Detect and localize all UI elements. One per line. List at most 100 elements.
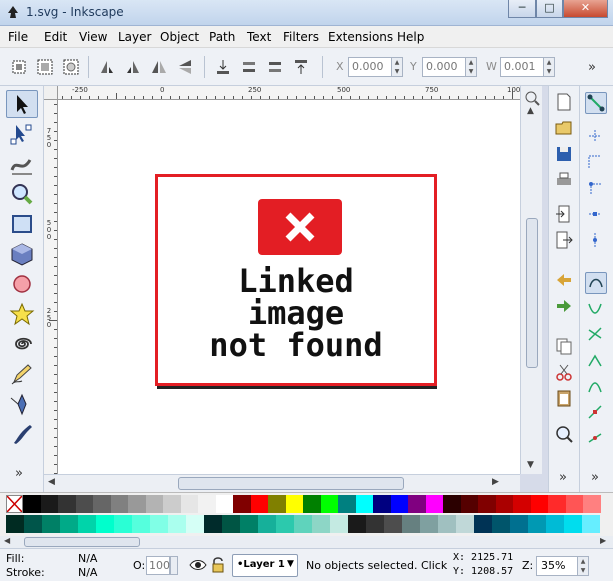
stroke-value[interactable]: N/A: [78, 566, 97, 579]
missing-image-frame[interactable]: Linked image not found: [155, 174, 437, 386]
color-swatch[interactable]: [240, 515, 258, 533]
scroll-left-arrow[interactable]: ◀: [48, 477, 55, 487]
ellipse-tool[interactable]: [6, 270, 38, 298]
color-swatch[interactable]: [24, 515, 42, 533]
x-input[interactable]: 0.000: [348, 57, 392, 77]
color-swatch[interactable]: [168, 515, 186, 533]
toolbox-more-button[interactable]: »: [15, 466, 23, 481]
color-swatch[interactable]: [6, 515, 24, 533]
color-swatch[interactable]: [420, 515, 438, 533]
scroll-down-arrow[interactable]: ▼: [527, 460, 534, 470]
color-swatch[interactable]: [75, 495, 93, 513]
rotate-cw-button[interactable]: [122, 56, 144, 78]
color-swatch[interactable]: [128, 495, 146, 513]
snap-intersections-toggle[interactable]: [585, 324, 607, 346]
color-swatch[interactable]: [348, 515, 366, 533]
lower-button[interactable]: [238, 56, 260, 78]
color-swatch[interactable]: [285, 495, 303, 513]
palette-scroll-right[interactable]: ▶: [600, 536, 606, 545]
fill-value[interactable]: N/A: [78, 552, 97, 565]
close-button[interactable]: ✕: [563, 0, 608, 18]
menu-help[interactable]: Help: [397, 30, 424, 44]
color-swatch[interactable]: [150, 515, 168, 533]
open-button[interactable]: [554, 118, 576, 140]
snap-bbox-corners-toggle[interactable]: [585, 178, 607, 200]
zoom-tool[interactable]: [6, 180, 38, 208]
w-spin-arrows[interactable]: ▲ ▼: [543, 57, 555, 77]
color-swatch[interactable]: [355, 495, 373, 513]
export-button[interactable]: [554, 230, 576, 252]
color-swatch[interactable]: [233, 495, 251, 513]
scroll-right-arrow[interactable]: ▶: [492, 477, 499, 487]
deselect-button[interactable]: [60, 56, 82, 78]
color-swatch[interactable]: [58, 495, 76, 513]
new-document-button[interactable]: [554, 92, 576, 114]
flip-vertical-button[interactable]: [174, 56, 196, 78]
color-swatch[interactable]: [23, 495, 41, 513]
snap-cusp-nodes-toggle[interactable]: [585, 350, 607, 372]
palette-scroll-thumb[interactable]: [24, 537, 140, 547]
calligraphy-tool[interactable]: [6, 420, 38, 448]
color-swatch[interactable]: [222, 515, 240, 533]
opacity-spin[interactable]: [170, 556, 178, 575]
horizontal-scroll-thumb[interactable]: [178, 477, 404, 490]
color-swatch[interactable]: [60, 515, 78, 533]
rotate-ccw-button[interactable]: [96, 56, 118, 78]
x-spin-arrows[interactable]: ▲ ▼: [391, 57, 403, 77]
color-swatch[interactable]: [474, 515, 492, 533]
color-swatch[interactable]: [40, 495, 58, 513]
menu-filters[interactable]: Filters: [283, 30, 319, 44]
color-swatch[interactable]: [548, 495, 566, 513]
color-swatch[interactable]: [258, 515, 276, 533]
import-button[interactable]: [554, 204, 576, 226]
menu-path[interactable]: Path: [209, 30, 235, 44]
node-tool[interactable]: [6, 120, 38, 148]
snap-more-button[interactable]: »: [591, 470, 599, 485]
color-swatch[interactable]: [294, 515, 312, 533]
color-swatch[interactable]: [186, 515, 204, 533]
color-swatch[interactable]: [114, 515, 132, 533]
color-swatch[interactable]: [96, 515, 114, 533]
snap-nodes-toggle[interactable]: [585, 272, 607, 294]
snap-midpoints-toggle[interactable]: [585, 204, 607, 226]
color-swatch[interactable]: [456, 515, 474, 533]
color-swatch[interactable]: [564, 515, 582, 533]
layer-dropdown[interactable]: •Layer 1 ▼: [232, 554, 298, 577]
paste-button[interactable]: [554, 388, 576, 410]
color-swatch[interactable]: [145, 495, 163, 513]
star-tool[interactable]: [6, 300, 38, 328]
commands-more-button[interactable]: »: [559, 470, 567, 485]
copy-button[interactable]: [554, 336, 576, 358]
color-swatch[interactable]: [42, 515, 60, 533]
color-swatch[interactable]: [320, 495, 338, 513]
color-swatch[interactable]: [565, 495, 583, 513]
palette-scroll-left[interactable]: ◀: [4, 536, 10, 545]
color-swatch[interactable]: [425, 495, 443, 513]
print-button[interactable]: [554, 170, 576, 192]
horizontal-scrollbar[interactable]: ◀ ▶: [44, 474, 520, 492]
color-swatch[interactable]: [330, 515, 348, 533]
snap-bbox-edges-toggle[interactable]: [585, 152, 607, 174]
y-spin-arrows[interactable]: ▲ ▼: [465, 57, 477, 77]
lower-to-bottom-button[interactable]: [212, 56, 234, 78]
zoom-correction-icon[interactable]: [524, 90, 540, 106]
snap-centers-toggle[interactable]: [585, 230, 607, 252]
color-swatch[interactable]: [530, 495, 548, 513]
y-input[interactable]: 0.000: [422, 57, 466, 77]
color-swatch[interactable]: [180, 495, 198, 513]
vertical-ruler[interactable]: 7 5 0 5 0 0 2 5 0: [44, 100, 58, 474]
eye-icon[interactable]: [189, 557, 207, 573]
menu-layer[interactable]: Layer: [118, 30, 151, 44]
color-swatch[interactable]: [582, 515, 600, 533]
color-swatch[interactable]: [312, 515, 330, 533]
scroll-up-arrow[interactable]: ▲: [527, 106, 534, 116]
snap-object-midpoints-toggle[interactable]: [585, 428, 607, 450]
color-swatch[interactable]: [384, 515, 402, 533]
raise-button[interactable]: [264, 56, 286, 78]
zoom-input[interactable]: 35%: [536, 556, 578, 576]
menu-file[interactable]: File: [8, 30, 28, 44]
color-swatch[interactable]: [93, 495, 111, 513]
menu-extensions[interactable]: Extensions: [328, 30, 393, 44]
color-swatch[interactable]: [163, 495, 181, 513]
spiral-tool[interactable]: [6, 330, 38, 358]
